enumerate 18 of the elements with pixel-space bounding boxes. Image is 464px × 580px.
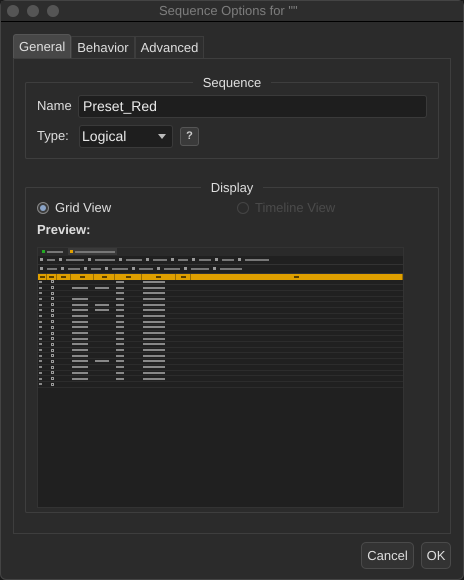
name-field[interactable]: Preset_Red	[78, 94, 427, 118]
type-dropdown[interactable]: Logical	[79, 124, 173, 148]
type-label: Type:	[37, 127, 70, 146]
preview-label: Preview:	[37, 221, 92, 239]
tab[interactable]: Behavior	[71, 36, 135, 58]
tab[interactable]: General	[13, 34, 72, 58]
help-button[interactable]: ?	[180, 126, 199, 146]
window-title: Sequence Options for ""	[159, 2, 298, 20]
name-label: Name	[37, 97, 73, 116]
window-control-icon[interactable]	[27, 5, 39, 17]
caret-icon	[158, 134, 166, 138]
window-control-icon[interactable]	[7, 5, 19, 17]
dialog-button[interactable]: OK	[421, 542, 451, 569]
radio-label: Grid View	[55, 199, 112, 218]
tab[interactable]: Advanced	[134, 36, 204, 58]
window-control-icon[interactable]	[47, 5, 59, 17]
radio-button[interactable]	[37, 202, 49, 214]
dialog-button[interactable]: Cancel	[361, 542, 414, 569]
